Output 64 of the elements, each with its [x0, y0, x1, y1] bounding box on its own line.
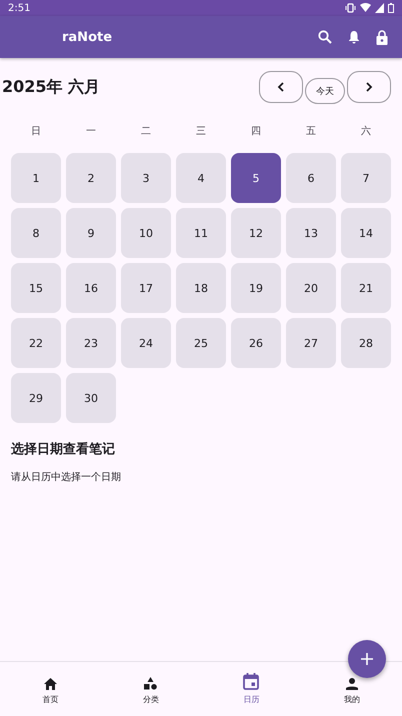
day-cell[interactable]: 25 — [176, 318, 226, 368]
day-cell[interactable]: 5 — [231, 153, 281, 203]
day-cell[interactable]: 26 — [231, 318, 281, 368]
day-cell[interactable]: 27 — [286, 318, 336, 368]
calendar-icon — [243, 673, 260, 690]
day-cell[interactable]: 12 — [231, 208, 281, 258]
vibrate-icon — [345, 3, 356, 13]
day-cell[interactable]: 7 — [341, 153, 391, 203]
weekday-label: 一 — [85, 125, 97, 139]
home-icon — [44, 678, 57, 690]
nav-tab[interactable]: 首页 — [0, 662, 100, 716]
day-cell[interactable]: 3 — [121, 153, 171, 203]
day-cell[interactable]: 22 — [11, 318, 61, 368]
bell-icon[interactable] — [348, 30, 360, 44]
shapes-icon — [144, 677, 158, 690]
day-cell[interactable]: 2 — [66, 153, 116, 203]
nav-tab[interactable]: 我的 — [302, 662, 402, 716]
lock-icon[interactable] — [376, 30, 388, 44]
weekday-label: 四 — [250, 125, 262, 139]
day-cell[interactable]: 8 — [11, 208, 61, 258]
weekday-label: 五 — [305, 125, 317, 139]
hint-text: 请从日历中选择一个日期 — [11, 470, 122, 484]
add-button[interactable] — [348, 640, 386, 678]
weekday-label: 二 — [140, 125, 152, 139]
plus-icon — [361, 653, 373, 665]
day-cell[interactable]: 9 — [66, 208, 116, 258]
day-cell[interactable]: 20 — [286, 263, 336, 313]
weekday-label: 三 — [195, 125, 207, 139]
next-month-button[interactable] — [347, 71, 391, 103]
previous-month-button[interactable] — [259, 71, 303, 103]
day-cell[interactable]: 18 — [176, 263, 226, 313]
day-cell[interactable]: 28 — [341, 318, 391, 368]
day-cell[interactable]: 13 — [286, 208, 336, 258]
day-cell[interactable]: 23 — [66, 318, 116, 368]
day-cell[interactable]: 10 — [121, 208, 171, 258]
weekday-label: 日 — [30, 125, 42, 139]
person-icon — [346, 678, 358, 690]
day-cell[interactable]: 29 — [11, 373, 61, 423]
search-icon[interactable] — [318, 30, 332, 44]
day-cell[interactable]: 24 — [121, 318, 171, 368]
day-cell[interactable]: 4 — [176, 153, 226, 203]
status-time: 2:51 — [8, 2, 32, 14]
battery-icon — [388, 3, 394, 13]
chevron-left-icon — [277, 82, 285, 92]
signal-icon — [375, 3, 384, 13]
nav-tab[interactable]: 分类 — [100, 662, 201, 716]
app-title: raNote — [62, 30, 114, 44]
day-cell[interactable]: 6 — [286, 153, 336, 203]
day-cell[interactable]: 15 — [11, 263, 61, 313]
day-cell[interactable]: 16 — [66, 263, 116, 313]
day-cell[interactable]: 14 — [341, 208, 391, 258]
day-cell[interactable]: 17 — [121, 263, 171, 313]
day-cell[interactable]: 19 — [231, 263, 281, 313]
day-cell[interactable]: 30 — [66, 373, 116, 423]
month-title: 2025年 六月 — [2, 76, 102, 98]
nav-tab[interactable]: 日历 — [201, 662, 302, 716]
weekday-label: 六 — [360, 124, 372, 139]
chevron-right-icon — [365, 82, 373, 92]
day-cell[interactable]: 11 — [176, 208, 226, 258]
today-button[interactable]: 今天 — [305, 78, 345, 104]
day-cell[interactable]: 21 — [341, 263, 391, 313]
section-heading: 选择日期查看笔记 — [11, 441, 116, 458]
wifi-icon — [360, 3, 371, 13]
day-cell[interactable]: 1 — [11, 153, 61, 203]
